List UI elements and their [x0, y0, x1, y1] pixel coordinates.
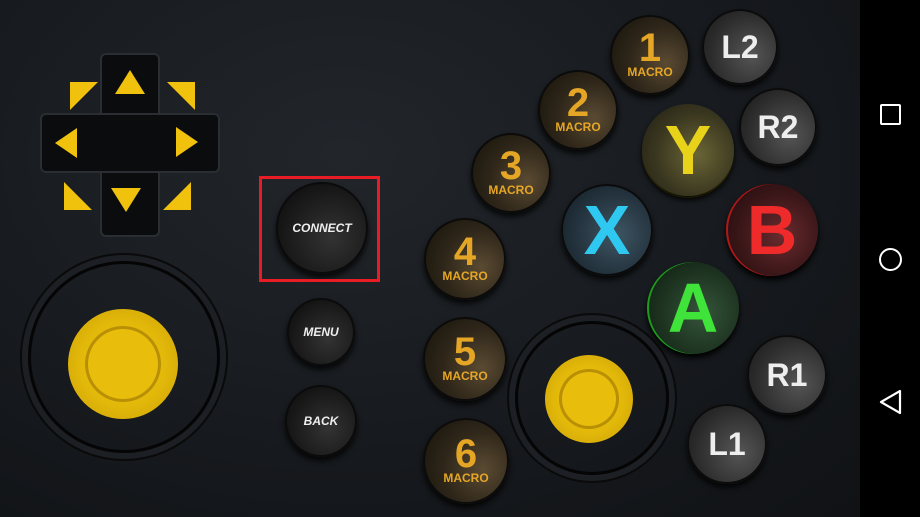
- macro-5-button[interactable]: 5 MACRO: [423, 317, 507, 401]
- b-label: B: [746, 191, 798, 269]
- dpad-upleft-icon[interactable]: [70, 82, 98, 110]
- macro-number: 6: [454, 432, 478, 476]
- a-button[interactable]: A: [647, 262, 739, 354]
- x-label: X: [583, 191, 631, 269]
- macro-3-button[interactable]: 3 MACRO: [471, 133, 551, 213]
- dpad-up-icon[interactable]: [115, 70, 145, 94]
- r2-label: R2: [757, 108, 799, 145]
- macro-number: 1: [638, 26, 662, 70]
- dpad-downleft-icon[interactable]: [64, 182, 92, 210]
- x-button[interactable]: X: [561, 184, 653, 276]
- macro-label: MACRO: [488, 183, 534, 197]
- y-button[interactable]: Y: [642, 104, 734, 196]
- macro-label: MACRO: [442, 269, 488, 283]
- square-icon[interactable]: [880, 104, 901, 125]
- dpad-down-icon[interactable]: [111, 188, 141, 212]
- r1-label: R1: [766, 356, 808, 393]
- macro-number: 3: [499, 144, 523, 188]
- y-label: Y: [664, 111, 712, 189]
- dpad-right-icon[interactable]: [176, 127, 198, 157]
- gamepad-surface: CONNECT MENU BACK 1 MACRO 2 MACRO 3 MACRO 4…: [0, 0, 860, 517]
- back-label: BACK: [303, 414, 339, 428]
- r1-button[interactable]: R1: [747, 335, 827, 415]
- dpad-left-icon[interactable]: [55, 128, 77, 158]
- l1-label: L1: [708, 425, 746, 462]
- macro-label: MACRO: [442, 369, 488, 383]
- connect-highlight-box: [259, 176, 380, 282]
- dpad-center: [102, 115, 158, 171]
- l2-button[interactable]: L2: [702, 9, 778, 85]
- macro-2-button[interactable]: 2 MACRO: [538, 70, 618, 150]
- macro-1-button[interactable]: 1 MACRO: [610, 15, 690, 95]
- menu-label: MENU: [303, 325, 339, 339]
- b-button[interactable]: B: [726, 184, 818, 276]
- l2-label: L2: [721, 28, 759, 65]
- macro-6-button[interactable]: 6 MACRO: [423, 418, 509, 504]
- circle-icon[interactable]: [879, 248, 902, 271]
- macro-label: MACRO: [627, 65, 673, 79]
- android-nav-bar: [860, 0, 920, 517]
- macro-label: MACRO: [555, 120, 601, 134]
- dpad-downright-icon[interactable]: [163, 182, 191, 210]
- macro-4-button[interactable]: 4 MACRO: [424, 218, 506, 300]
- r2-button[interactable]: R2: [739, 88, 817, 166]
- macro-number: 5: [453, 330, 477, 374]
- macro-number: 4: [453, 230, 477, 274]
- macro-number: 2: [566, 81, 590, 125]
- menu-button[interactable]: MENU: [287, 298, 355, 366]
- dpad-upright-icon[interactable]: [167, 82, 195, 110]
- right-joystick-knob[interactable]: [545, 355, 633, 443]
- l1-button[interactable]: L1: [687, 404, 767, 484]
- triangle-icon[interactable]: [879, 389, 903, 415]
- left-joystick-knob[interactable]: [68, 309, 178, 419]
- back-button[interactable]: BACK: [285, 385, 357, 457]
- macro-label: MACRO: [443, 471, 489, 485]
- a-label: A: [667, 269, 719, 347]
